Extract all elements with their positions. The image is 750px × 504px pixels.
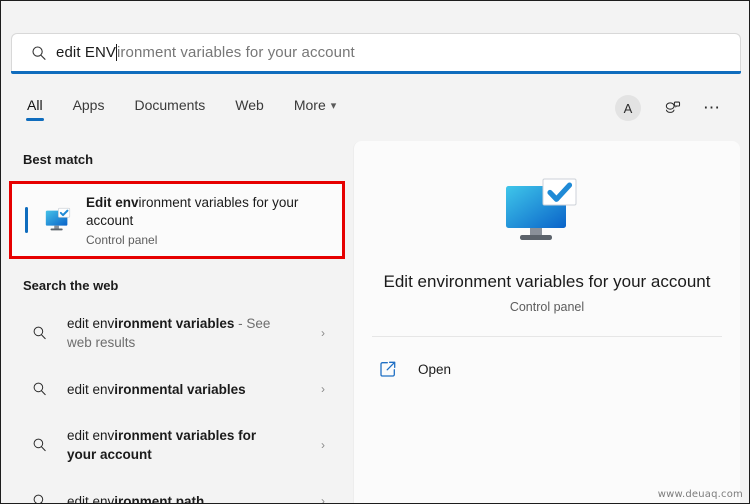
chevron-right-icon[interactable]: › (321, 326, 325, 340)
search-icon (22, 45, 56, 61)
web-result-prefix: edit env (67, 428, 115, 443)
search-box[interactable]: edit ENV ironment variables for your acco… (11, 33, 741, 71)
chevron-right-icon[interactable]: › (321, 494, 325, 503)
preview-pane: Edit environment variables for your acco… (353, 141, 740, 503)
list-item[interactable]: edit environmental variables › (1, 361, 353, 417)
preview-subtitle: Control panel (509, 300, 585, 314)
monitor-check-icon (495, 171, 599, 255)
search-icon (27, 432, 53, 458)
best-match-highlight-box: Edit environment variables for your acco… (9, 181, 345, 259)
tab-more[interactable]: More ▾ (292, 93, 338, 123)
tab-all-label: All (27, 97, 43, 113)
ellipsis-icon[interactable]: ⋯ (699, 95, 725, 121)
feedback-icon[interactable] (659, 95, 685, 121)
tab-web-label: Web (235, 97, 264, 113)
monitor-check-icon (42, 204, 74, 236)
web-result-prefix: edit env (67, 381, 115, 397)
filter-tabbar: All Apps Documents Web More ▾ A ⋯ (11, 86, 741, 130)
windows-search-panel: edit ENV ironment variables for your acco… (0, 0, 750, 504)
search-typed-text: edit ENV (56, 44, 116, 61)
best-match-title: Edit environment variables for your acco… (86, 194, 301, 230)
web-result-bold: ironment variables (114, 316, 235, 331)
selection-accent-bar (25, 207, 28, 233)
avatar-initial: A (623, 100, 633, 116)
web-result-bold: ironmental variables (114, 381, 246, 397)
tab-all[interactable]: All (25, 93, 45, 123)
chevron-down-icon: ▾ (330, 100, 337, 112)
tab-apps-label: Apps (72, 97, 105, 113)
avatar[interactable]: A (615, 95, 641, 121)
results-column: Best match Edit environment variables fo… (1, 130, 353, 504)
best-match-item[interactable]: Edit environment variables for your acco… (12, 184, 342, 256)
divider (372, 336, 722, 337)
web-result-bold: ironment path (114, 493, 205, 504)
web-result-prefix: edit env (67, 316, 115, 331)
best-match-text: Edit environment variables for your acco… (86, 194, 301, 247)
best-match-heading: Best match (23, 152, 94, 167)
search-icon (27, 376, 53, 402)
list-item[interactable]: edit environment path › (1, 473, 353, 504)
list-item[interactable]: edit environment variables - See web res… (1, 305, 353, 361)
best-match-title-bold: Edit env (86, 194, 139, 210)
chevron-right-icon[interactable]: › (321, 438, 325, 452)
search-focus-underline (11, 71, 741, 74)
search-suggestion-text: ironment variables for your account (117, 44, 355, 61)
web-result-prefix: edit env (67, 493, 115, 504)
tab-more-label: More (293, 97, 326, 113)
web-result-label: edit environment path (67, 492, 204, 504)
tab-documents-label: Documents (134, 97, 206, 113)
search-icon (27, 320, 53, 346)
open-action[interactable]: Open (354, 347, 740, 391)
tab-web[interactable]: Web (233, 93, 266, 123)
tab-documents[interactable]: Documents (132, 93, 207, 123)
web-result-label: edit environment variables - See web res… (67, 314, 279, 352)
list-item[interactable]: edit environment variables for your acco… (1, 417, 353, 473)
chevron-right-icon[interactable]: › (321, 382, 325, 396)
best-match-subtitle: Control panel (86, 232, 158, 247)
web-result-label: edit environment variables for your acco… (67, 426, 279, 464)
search-the-web-heading: Search the web (23, 278, 119, 293)
preview-title: Edit environment variables for your acco… (383, 272, 711, 291)
tab-apps[interactable]: Apps (71, 93, 107, 123)
open-action-label: Open (418, 361, 452, 377)
search-input[interactable]: edit ENV ironment variables for your acco… (56, 44, 355, 61)
search-icon (27, 488, 53, 503)
web-result-label: edit environmental variables (67, 380, 246, 399)
watermark: www.deuaq.com (657, 489, 743, 500)
web-results-list: edit environment variables - See web res… (1, 305, 353, 504)
open-external-icon (378, 359, 398, 379)
